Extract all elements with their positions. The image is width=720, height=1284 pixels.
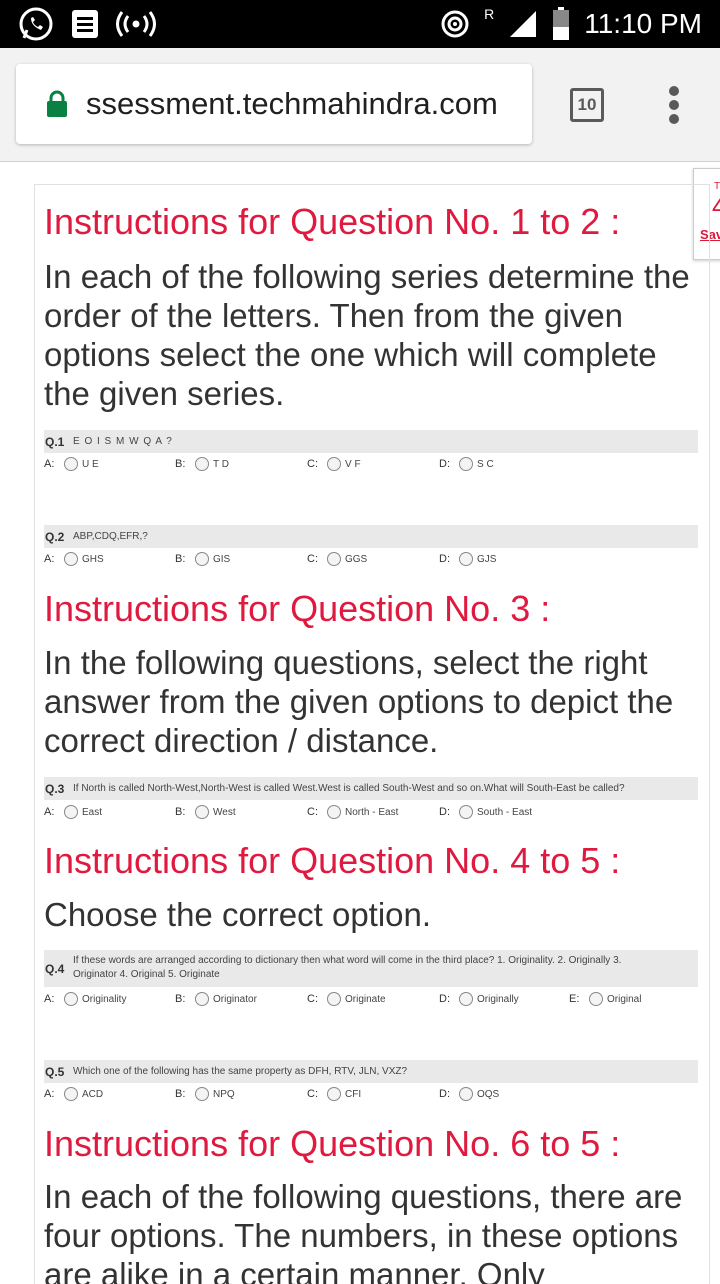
instruction-title: Instructions for Question No. 6 to 5 : xyxy=(44,1123,621,1164)
option-a[interactable]: A: Originality xyxy=(44,991,126,1007)
clock: 11:10 PM xyxy=(584,8,702,39)
radio-button[interactable] xyxy=(459,457,473,471)
question-header: Q.5 Which one of the following has the s… xyxy=(44,1060,698,1083)
radio-button[interactable] xyxy=(327,552,341,566)
question-header: Q.1 E O I S M W Q A ? xyxy=(44,430,698,453)
radio-button[interactable] xyxy=(327,992,341,1006)
option-b[interactable]: B: T D xyxy=(175,456,229,472)
question-text: If North is called North-West,North-West… xyxy=(73,783,625,794)
option-b[interactable]: B: Originator xyxy=(175,991,257,1007)
option-b[interactable]: B: NPQ xyxy=(175,1086,235,1102)
radio-button[interactable] xyxy=(459,805,473,819)
question-number: Q.3 xyxy=(45,782,65,796)
radio-button[interactable] xyxy=(327,1087,341,1101)
radio-button[interactable] xyxy=(195,1087,209,1101)
radio-button[interactable] xyxy=(64,805,78,819)
url-text[interactable]: ssessment.techmahindra.com xyxy=(86,86,498,122)
hotspot-icon xyxy=(441,10,469,38)
instruction-title: Instructions for Question No. 3 : xyxy=(44,588,551,629)
radio-button[interactable] xyxy=(195,805,209,819)
lock-icon xyxy=(47,90,67,117)
instruction-body: In each of the following questions, ther… xyxy=(44,1178,683,1284)
radio-button[interactable] xyxy=(459,992,473,1006)
instruction-body: Choose the correct option. xyxy=(44,896,432,933)
option-c[interactable]: C: North - East xyxy=(307,804,398,820)
option-b[interactable]: B: GIS xyxy=(175,551,230,567)
battery-icon xyxy=(553,7,570,40)
overflow-menu-icon[interactable] xyxy=(666,86,682,126)
option-d[interactable]: D: GJS xyxy=(439,551,496,567)
radio-button[interactable] xyxy=(64,1087,78,1101)
radio-button[interactable] xyxy=(459,552,473,566)
radio-button[interactable] xyxy=(459,1087,473,1101)
question-header: Q.3 If North is called North-West,North-… xyxy=(44,777,698,800)
option-b[interactable]: B: West xyxy=(175,804,236,820)
option-c[interactable]: C: GGS xyxy=(307,551,367,567)
radio-button[interactable] xyxy=(327,805,341,819)
question-text: ABP,CDQ,EFR,? xyxy=(73,531,148,542)
instruction-body: In each of the following series determin… xyxy=(44,258,690,412)
status-bar: R 11:10 PM xyxy=(0,0,720,48)
browser-toolbar: ssessment.techmahindra.com 10 xyxy=(0,48,720,162)
option-a[interactable]: A: ACD xyxy=(44,1086,103,1102)
question-number: Q.2 xyxy=(45,530,65,544)
option-a[interactable]: A: GHS xyxy=(44,551,104,567)
question-header: Q.2 ABP,CDQ,EFR,? xyxy=(44,525,698,548)
option-c[interactable]: C: CFI xyxy=(307,1086,361,1102)
question-text: If these words are arranged according to… xyxy=(73,955,622,980)
radio-button[interactable] xyxy=(195,992,209,1006)
instruction-title: Instructions for Question No. 1 to 2 : xyxy=(44,201,621,242)
question-text: E O I S M W Q A ? xyxy=(73,436,173,447)
address-bar[interactable]: ssessment.techmahindra.com xyxy=(16,64,532,144)
radio-button[interactable] xyxy=(64,457,78,471)
option-d[interactable]: D: Originally xyxy=(439,991,519,1007)
question-number: Q.5 xyxy=(45,1065,65,1079)
hotspot-broadcast-icon xyxy=(116,11,156,37)
option-a[interactable]: A: U E xyxy=(44,456,99,472)
radio-button[interactable] xyxy=(589,992,603,1006)
radio-button[interactable] xyxy=(195,457,209,471)
option-e[interactable]: E: Original xyxy=(569,991,641,1007)
question-number: Q.4 xyxy=(45,962,65,976)
tab-switcher-button[interactable]: 10 xyxy=(570,88,604,122)
question-header: Q.4 If these words are arranged accordin… xyxy=(44,950,698,987)
radio-button[interactable] xyxy=(327,457,341,471)
radio-button[interactable] xyxy=(64,992,78,1006)
radio-button[interactable] xyxy=(64,552,78,566)
notes-icon xyxy=(72,10,98,38)
question-panel: Instructions for Question No. 1 to 2 : I… xyxy=(34,184,710,1284)
question-number: Q.1 xyxy=(45,435,65,449)
option-a[interactable]: A: East xyxy=(44,804,102,820)
signal-icon xyxy=(510,11,537,37)
option-d[interactable]: D: OQS xyxy=(439,1086,499,1102)
option-d[interactable]: D: South - East xyxy=(439,804,532,820)
roaming-indicator: R xyxy=(484,6,495,22)
instruction-title: Instructions for Question No. 4 to 5 : xyxy=(44,840,621,881)
question-text: Which one of the following has the same … xyxy=(73,1066,408,1077)
radio-button[interactable] xyxy=(195,552,209,566)
option-c[interactable]: C: V F xyxy=(307,456,361,472)
instruction-body: In the following questions, select the r… xyxy=(44,644,674,759)
side-tab-value: 4 xyxy=(712,191,720,222)
option-c[interactable]: C: Originate xyxy=(307,991,386,1007)
whatsapp-icon xyxy=(19,7,53,41)
option-d[interactable]: D: S C xyxy=(439,456,494,472)
